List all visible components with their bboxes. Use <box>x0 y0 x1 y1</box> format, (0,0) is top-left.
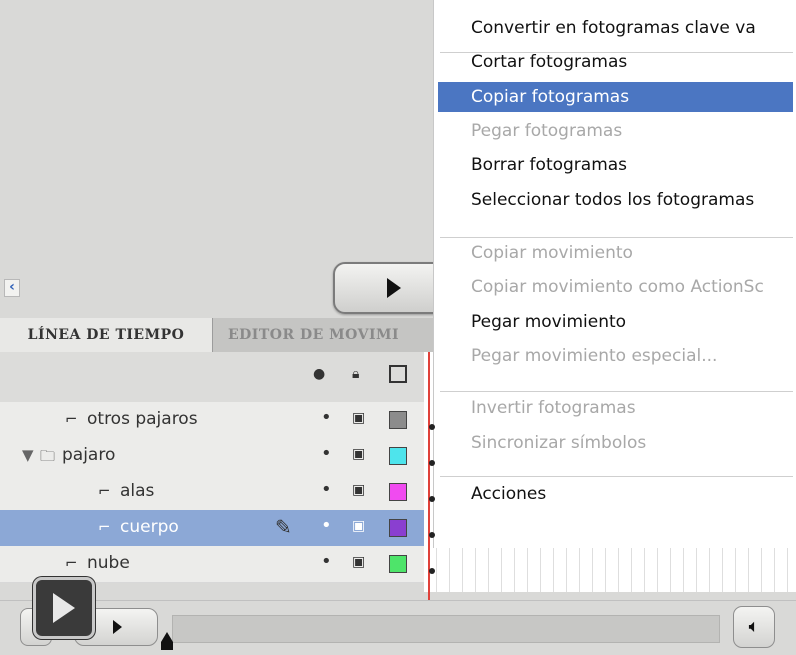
menu-item[interactable]: Acciones <box>438 479 793 509</box>
menu-item: Pegar movimiento especial... <box>471 346 718 366</box>
layer-row[interactable]: ⌐ otros pajaros • ▣ <box>0 402 440 439</box>
lock-icon[interactable]: ▣ <box>352 482 365 498</box>
playhead[interactable] <box>428 352 430 600</box>
layer-color-box[interactable] <box>389 483 407 501</box>
menu-item[interactable]: Borrar fotogramas <box>438 150 793 180</box>
lock-icon[interactable]: ▣ <box>352 554 365 570</box>
scroll-left-arrow-icon[interactable]: ‹ <box>4 279 20 297</box>
layer-color-box[interactable] <box>389 447 407 465</box>
keyframe[interactable] <box>429 496 435 502</box>
visibility-dot[interactable]: • <box>321 443 332 464</box>
layer-row[interactable]: ⌐ alas • ▣ <box>0 474 440 511</box>
visibility-dot[interactable]: • <box>321 479 332 500</box>
eye-icon[interactable]: ● <box>313 366 325 382</box>
layer-color-box[interactable] <box>389 555 407 573</box>
menu-item: Invertir fotogramas <box>471 398 636 418</box>
menu-item[interactable]: Copiar fotogramas <box>438 82 793 112</box>
layer-row[interactable]: ▼ 🗀 pajaro • ▣ <box>0 438 440 475</box>
menu-item: Copiar movimiento <box>471 243 633 263</box>
menu-item: Copiar movimiento como ActionSc <box>471 277 764 297</box>
layer-row[interactable]: ⌐ cuerpo ✎ • ▣ <box>0 510 440 547</box>
timeline-tabs: LÍNEA DE TIEMPO EDITOR DE MOVIMI <box>0 318 440 352</box>
layer-icon: ⌐ <box>98 518 111 536</box>
lock-icon[interactable]: ▣ <box>352 446 365 462</box>
play-icon <box>53 593 75 623</box>
menu-item[interactable]: Pegar movimiento <box>438 307 793 337</box>
seek-thumb[interactable] <box>161 632 173 642</box>
layer-icon: ⌐ <box>65 410 78 428</box>
volume-icon: 🔈︎ <box>748 616 760 637</box>
layer-header-row: ● 🔒︎ <box>0 352 440 403</box>
lock-icon[interactable]: 🔒︎ <box>352 366 359 382</box>
seek-thumb-base <box>161 642 173 650</box>
menu-separator <box>440 476 793 477</box>
keyframe[interactable] <box>429 460 435 466</box>
lock-icon[interactable]: ▣ <box>352 518 365 534</box>
lock-icon[interactable]: ▣ <box>352 410 365 426</box>
menu-item[interactable]: Convertir en fotogramas clave va <box>438 13 793 43</box>
visibility-dot[interactable]: • <box>321 407 332 428</box>
layer-icon: ⌐ <box>65 554 78 572</box>
menu-separator <box>440 391 793 392</box>
visibility-dot[interactable]: • <box>321 515 332 536</box>
play-icon <box>387 278 401 298</box>
layer-name: alas <box>120 481 155 501</box>
menu-item: Pegar fotogramas <box>471 121 623 141</box>
menu-item: Sincronizar símbolos <box>471 433 647 453</box>
layer-color-box[interactable] <box>389 411 407 429</box>
outline-icon[interactable] <box>389 365 407 383</box>
seek-slider[interactable] <box>172 615 720 643</box>
menu-item[interactable]: Cortar fotogramas <box>438 47 793 77</box>
keyframe[interactable] <box>429 424 435 430</box>
layer-icon: ⌐ <box>98 482 111 500</box>
play-icon <box>113 620 122 634</box>
volume-button[interactable]: 🔈︎ <box>733 606 775 648</box>
pencil-icon: ✎ <box>275 515 292 539</box>
big-play-button[interactable] <box>33 577 95 639</box>
folder-icon: 🗀 <box>40 447 56 465</box>
tab-linea-de-tiempo[interactable]: LÍNEA DE TIEMPO <box>0 318 213 352</box>
layer-name: pajaro <box>62 445 116 465</box>
expand-arrow-icon[interactable]: ▼ <box>22 446 34 464</box>
keyframe[interactable] <box>429 568 435 574</box>
menu-item[interactable]: Seleccionar todos los fotogramas <box>438 185 793 215</box>
keyframe[interactable] <box>429 532 435 538</box>
layer-name: nube <box>87 553 130 573</box>
layer-name: cuerpo <box>120 517 179 537</box>
tab-editor-de-movimiento[interactable]: EDITOR DE MOVIMI <box>216 318 458 352</box>
layer-color-box[interactable] <box>389 519 407 537</box>
visibility-dot[interactable]: • <box>321 551 332 572</box>
layer-name: otros pajaros <box>87 409 198 429</box>
context-menu: Convertir en fotogramas clave va Cortar f… <box>433 0 796 548</box>
